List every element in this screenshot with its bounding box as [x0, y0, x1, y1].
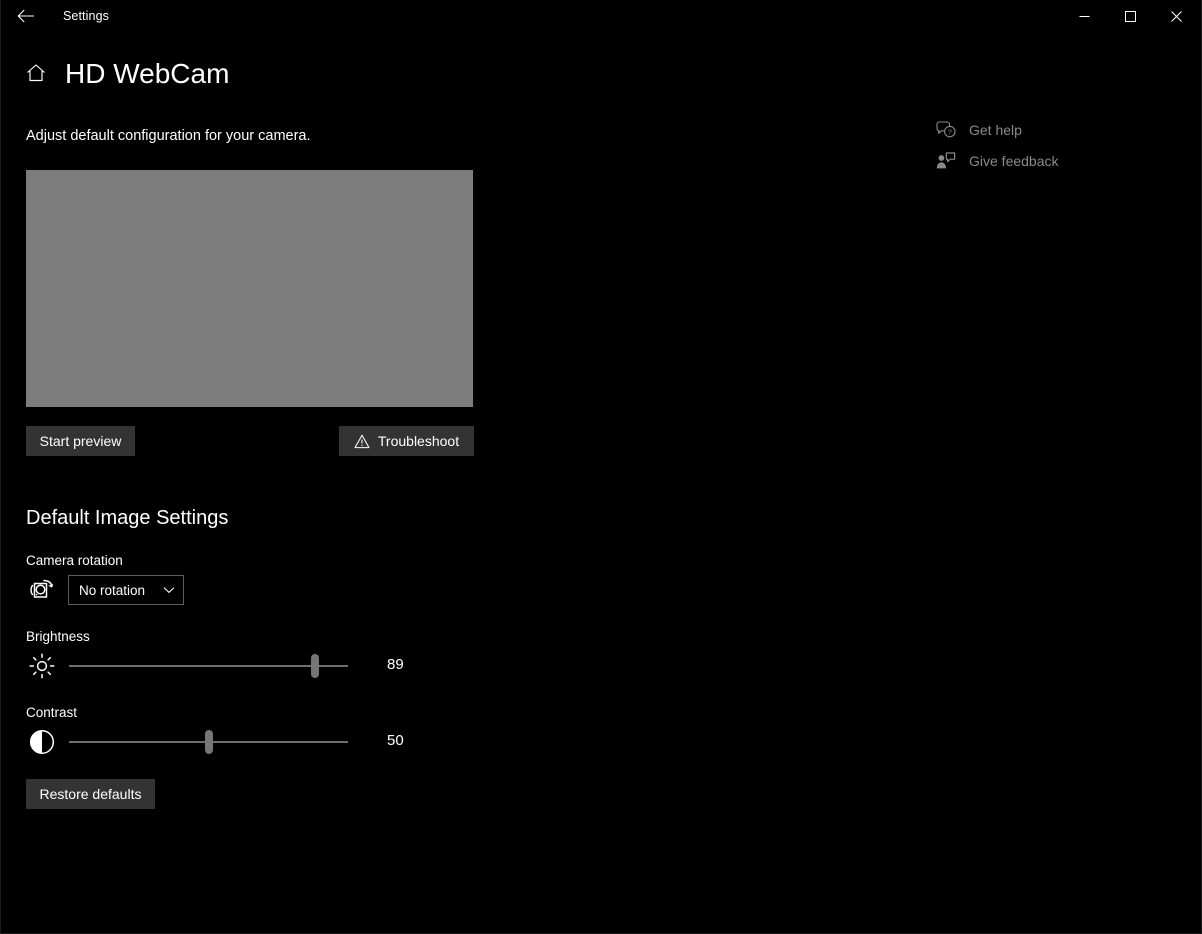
close-icon — [1171, 11, 1182, 22]
maximize-button[interactable] — [1107, 0, 1153, 32]
svg-text:?: ? — [948, 129, 952, 136]
title-bar: Settings — [1, 0, 1201, 32]
warning-triangle-icon — [354, 433, 370, 449]
window-title: Settings — [63, 9, 109, 23]
troubleshoot-button[interactable]: Troubleshoot — [339, 426, 474, 456]
contrast-slider[interactable] — [69, 725, 348, 759]
get-help-icon: ? — [935, 120, 957, 140]
start-preview-button[interactable]: Start preview — [26, 426, 135, 456]
brightness-sun-icon — [25, 649, 59, 683]
troubleshoot-label: Troubleshoot — [378, 433, 459, 449]
brightness-slider-track — [69, 665, 348, 667]
contrast-circle-icon — [25, 725, 59, 759]
camera-rotation-dropdown[interactable]: No rotation — [68, 575, 184, 605]
page-title: HD WebCam — [65, 57, 229, 91]
give-feedback-icon — [935, 151, 957, 171]
start-preview-label: Start preview — [40, 433, 122, 449]
page-description: Adjust default configuration for your ca… — [26, 127, 311, 146]
camera-rotation-label: Camera rotation — [26, 552, 123, 569]
contrast-slider-thumb[interactable] — [205, 730, 213, 754]
chevron-down-icon — [163, 586, 175, 594]
camera-rotation-selected-value: No rotation — [79, 582, 163, 599]
back-button[interactable] — [9, 2, 43, 30]
get-help-link[interactable]: ? Get help — [935, 114, 1185, 145]
contrast-label: Contrast — [26, 704, 77, 721]
home-icon[interactable] — [25, 62, 47, 84]
minimize-icon — [1079, 11, 1090, 22]
brightness-label: Brightness — [26, 628, 90, 645]
back-arrow-icon — [17, 9, 35, 23]
give-feedback-label: Give feedback — [969, 152, 1059, 170]
brightness-slider-thumb[interactable] — [311, 654, 319, 678]
camera-preview[interactable] — [26, 170, 473, 407]
brightness-slider[interactable] — [69, 649, 348, 683]
contrast-value: 50 — [387, 731, 404, 750]
maximize-icon — [1125, 11, 1136, 22]
get-help-label: Get help — [969, 121, 1022, 139]
close-button[interactable] — [1153, 0, 1199, 32]
camera-rotation-icon — [25, 573, 59, 607]
brightness-value: 89 — [387, 655, 404, 674]
section-heading: Default Image Settings — [26, 504, 228, 532]
give-feedback-link[interactable]: Give feedback — [935, 145, 1185, 176]
related-links-panel: ? Get help Give feedback — [935, 114, 1185, 176]
restore-defaults-label: Restore defaults — [40, 786, 142, 802]
restore-defaults-button[interactable]: Restore defaults — [26, 779, 155, 809]
settings-window: Settings — [0, 0, 1202, 934]
minimize-button[interactable] — [1061, 0, 1107, 32]
